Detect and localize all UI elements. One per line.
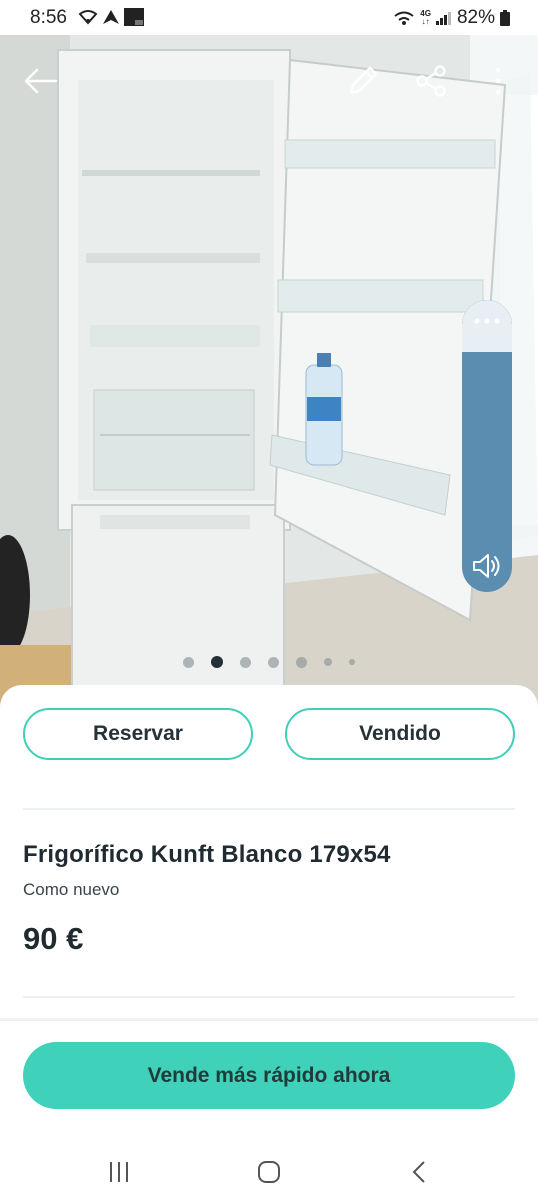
system-nav-bar	[0, 1140, 538, 1200]
volume-slider[interactable]	[462, 300, 512, 592]
back-icon[interactable]	[399, 1152, 439, 1192]
carrier-app-icon	[124, 8, 144, 26]
carousel-dot[interactable]	[268, 656, 279, 668]
listing-sheet: Reservar Vendido Frigorífico Kunft Blanc…	[0, 685, 538, 1200]
listing-condition: Como nuevo	[23, 880, 120, 899]
carousel-dot[interactable]	[240, 656, 251, 668]
sold-button[interactable]: Vendido	[285, 708, 515, 760]
signal-icon	[435, 12, 451, 25]
reserve-button[interactable]: Reservar	[23, 708, 253, 760]
section-separator	[0, 1018, 538, 1021]
edit-pencil-icon[interactable]	[345, 63, 381, 99]
wifi-icon	[78, 10, 98, 25]
speaker-icon[interactable]	[471, 552, 503, 580]
carousel-dot[interactable]	[324, 658, 332, 666]
battery-percent: 82%	[456, 7, 495, 28]
share-icon[interactable]	[413, 63, 449, 99]
recents-icon[interactable]	[99, 1152, 139, 1192]
network-type-badge: 4G ↓↑	[420, 9, 431, 26]
listing-title: Frigorífico Kunft Blanco 179x54	[23, 841, 391, 868]
status-bar: 8:56 4G ↓↑ 82%	[0, 0, 538, 35]
product-photo[interactable]	[0, 35, 538, 705]
carousel-dot[interactable]	[349, 659, 355, 665]
carousel-dot[interactable]	[183, 656, 194, 668]
carousel-dot[interactable]	[296, 656, 307, 668]
more-horizontal-icon[interactable]	[472, 314, 502, 328]
carousel-indicator	[0, 656, 538, 668]
divider	[23, 808, 515, 810]
status-time: 8:56	[30, 7, 67, 28]
navigation-app-icon	[103, 10, 119, 24]
home-icon[interactable]	[249, 1152, 289, 1192]
divider	[23, 996, 515, 998]
back-arrow-icon[interactable]	[22, 63, 58, 99]
listing-price: 90 €	[23, 921, 84, 956]
wifi-calling-icon	[394, 11, 414, 25]
promote-button[interactable]: Vende más rápido ahora	[23, 1042, 515, 1109]
battery-icon	[500, 10, 510, 26]
carousel-dot-active[interactable]	[211, 656, 223, 668]
more-vertical-icon[interactable]	[480, 63, 516, 99]
photo-toolbar	[0, 35, 538, 125]
